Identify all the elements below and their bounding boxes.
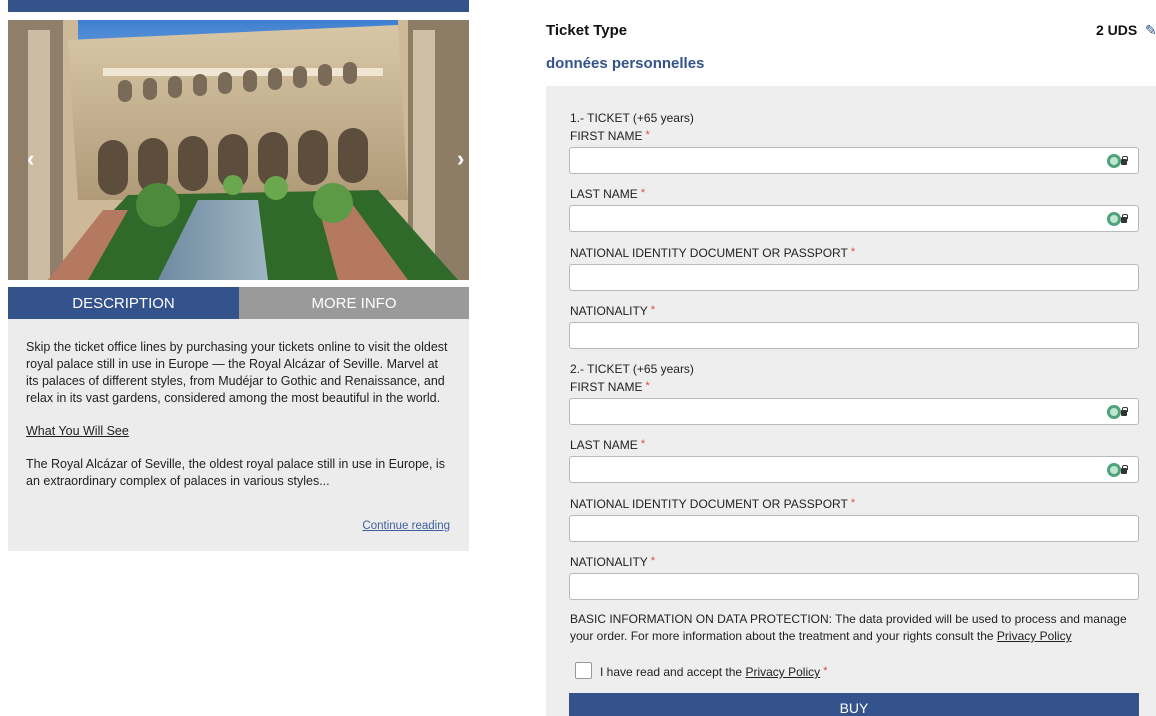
ticket-1-first-name-input[interactable] [569, 147, 1139, 174]
ticket-1-last-name-label: LAST NAME * [570, 187, 646, 201]
carousel-next-icon[interactable]: › [457, 148, 464, 170]
description-intro: Skip the ticket office lines by purchasi… [26, 340, 448, 405]
required-mark: * [640, 187, 646, 199]
accept-privacy-label: I have read and accept the Privacy Polic… [600, 665, 828, 679]
ticket-1-id-document-label: NATIONAL IDENTITY DOCUMENT OR PASSPORT * [570, 246, 856, 260]
ticket-2-first-name-input[interactable] [569, 398, 1139, 425]
required-mark: * [645, 129, 650, 141]
required-mark: * [850, 497, 856, 509]
privacy-policy-link[interactable]: Privacy Policy [997, 629, 1072, 643]
required-mark: * [823, 665, 828, 677]
continue-reading-link[interactable]: Continue reading [362, 518, 450, 535]
data-protection-notice: BASIC INFORMATION ON DATA PROTECTION: Th… [570, 612, 1127, 643]
personal-data-form: 1.- TICKET (+65 years) FIRST NAME * LAST … [546, 86, 1156, 716]
ticket-1-nationality-input[interactable] [569, 322, 1139, 349]
left-top-bar [8, 0, 469, 12]
password-manager-icon[interactable] [1107, 212, 1129, 226]
accept-privacy-checkbox[interactable] [575, 662, 592, 679]
required-mark: * [650, 555, 656, 567]
password-manager-icon[interactable] [1107, 405, 1129, 419]
ticket-1-nationality-label: NATIONALITY * [570, 304, 656, 318]
info-tabs: DESCRIPTION MORE INFO [8, 287, 469, 319]
alcazar-courtyard-photo [8, 20, 469, 280]
carousel-prev-icon[interactable]: ‹ [27, 148, 34, 170]
what-you-will-see-heading: What You Will See [26, 424, 129, 438]
ticket-1-id-document-input[interactable] [569, 264, 1139, 291]
ticket-1-last-name-input[interactable] [569, 205, 1139, 232]
ticket-type-label: Ticket Type [546, 22, 628, 39]
required-mark: * [645, 380, 650, 392]
ticket-2-last-name-input[interactable] [569, 456, 1139, 483]
password-manager-icon[interactable] [1107, 154, 1129, 168]
ticket-2-last-name-label: LAST NAME * [570, 438, 646, 452]
required-mark: * [640, 438, 646, 450]
ticket-2-first-name-label: FIRST NAME * [570, 380, 650, 394]
required-mark: * [650, 304, 656, 316]
ticket-2-nationality-input[interactable] [569, 573, 1139, 600]
what-you-will-see-text: The Royal Alcázar of Seville, the oldest… [26, 457, 445, 488]
ticket-2-id-document-input[interactable] [569, 515, 1139, 542]
password-manager-icon[interactable] [1107, 463, 1129, 477]
ticket-2-id-document-label: NATIONAL IDENTITY DOCUMENT OR PASSPORT * [570, 497, 856, 511]
ticket-1-first-name-label: FIRST NAME * [570, 129, 650, 143]
image-carousel[interactable]: ‹ › [8, 20, 469, 280]
ticket-2-title: 2.- TICKET (+65 years) [570, 362, 694, 376]
personal-data-title: données personnelles [546, 55, 705, 72]
ticket-2-nationality-label: NATIONALITY * [570, 555, 656, 569]
tab-description[interactable]: DESCRIPTION [8, 287, 239, 319]
ticket-quantity: 2 UDS [1096, 22, 1138, 38]
pencil-icon[interactable]: ✎ [1145, 22, 1156, 39]
description-panel: Skip the ticket office lines by purchasi… [8, 319, 469, 551]
accept-privacy-policy-link[interactable]: Privacy Policy [745, 665, 820, 679]
required-mark: * [850, 246, 856, 258]
buy-button[interactable]: BUY [569, 693, 1139, 716]
ticket-1-title: 1.- TICKET (+65 years) [570, 111, 694, 125]
tab-more-info[interactable]: MORE INFO [239, 287, 469, 319]
